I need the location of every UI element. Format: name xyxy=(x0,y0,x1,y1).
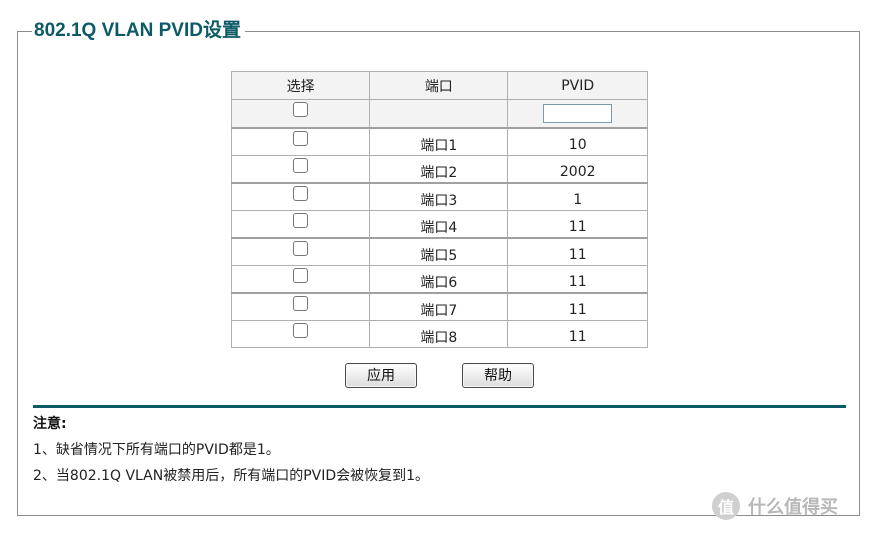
row-pvid-cell: 11 xyxy=(507,292,648,321)
row-select-cell xyxy=(230,155,371,184)
port-6-checkbox[interactable] xyxy=(293,267,309,283)
filter-pvid-cell xyxy=(507,99,648,129)
pvid-table: 选择 端口 PVID 端口1 10 端口2 2002 端口3 1 端口4 11 … xyxy=(230,71,648,348)
port-pvid: 11 xyxy=(568,274,587,290)
header-select: 选择 xyxy=(230,71,371,100)
row-select-cell xyxy=(230,182,371,211)
port-pvid: 10 xyxy=(568,137,587,153)
apply-button[interactable]: 应用 xyxy=(345,363,417,388)
table-row: 端口1 10 xyxy=(230,127,648,156)
port-pvid: 11 xyxy=(568,302,587,318)
row-select-cell xyxy=(230,292,371,321)
pvid-batch-input[interactable] xyxy=(543,104,613,123)
row-select-cell xyxy=(230,210,371,239)
port-3-checkbox[interactable] xyxy=(293,185,309,201)
table-row: 端口7 11 xyxy=(230,292,648,321)
row-pvid-cell: 10 xyxy=(507,127,648,156)
row-port-cell: 端口1 xyxy=(369,127,509,156)
table-header-row: 选择 端口 PVID xyxy=(230,71,648,100)
row-select-cell xyxy=(230,265,371,294)
port-name: 端口3 xyxy=(420,193,458,209)
port-pvid: 11 xyxy=(568,219,587,235)
table-row: 端口8 11 xyxy=(230,320,648,348)
filter-select-cell xyxy=(230,99,371,129)
port-4-checkbox[interactable] xyxy=(293,212,309,228)
row-select-cell xyxy=(230,237,371,266)
row-port-cell: 端口4 xyxy=(369,210,509,239)
port-name: 端口4 xyxy=(420,220,458,236)
port-name: 端口2 xyxy=(420,165,458,181)
watermark: 值 什么值得买 xyxy=(712,492,838,520)
row-port-cell: 端口5 xyxy=(369,237,509,266)
header-port: 端口 xyxy=(369,71,509,100)
row-pvid-cell: 2002 xyxy=(507,155,648,184)
table-row: 端口6 11 xyxy=(230,265,648,294)
help-button[interactable]: 帮助 xyxy=(462,363,534,388)
port-name: 端口5 xyxy=(420,248,458,264)
table-row: 端口4 11 xyxy=(230,210,648,239)
port-8-checkbox[interactable] xyxy=(293,322,309,338)
notes-divider xyxy=(33,405,846,408)
port-pvid: 11 xyxy=(568,329,587,345)
watermark-logo-icon: 值 xyxy=(712,492,740,520)
row-pvid-cell: 11 xyxy=(507,320,648,348)
table-row: 端口3 1 xyxy=(230,182,648,211)
row-port-cell: 端口7 xyxy=(369,292,509,321)
section-title: 802.1Q VLAN PVID设置 xyxy=(32,19,245,43)
port-pvid: 11 xyxy=(568,247,587,263)
table-row: 端口5 11 xyxy=(230,237,648,266)
row-port-cell: 端口6 xyxy=(369,265,509,294)
row-port-cell: 端口3 xyxy=(369,182,509,211)
port-name: 端口1 xyxy=(420,138,458,154)
note-item: 2、当802.1Q VLAN被禁用后，所有端口的PVID会被恢复到1。 xyxy=(33,468,430,484)
table-row: 端口2 2002 xyxy=(230,155,648,184)
row-pvid-cell: 11 xyxy=(507,210,648,239)
watermark-text: 什么值得买 xyxy=(748,497,838,518)
port-1-checkbox[interactable] xyxy=(293,130,309,146)
notes-title: 注意: xyxy=(33,416,67,432)
port-pvid: 2002 xyxy=(559,164,596,180)
row-select-cell xyxy=(230,127,371,156)
port-2-checkbox[interactable] xyxy=(293,157,309,173)
row-pvid-cell: 11 xyxy=(507,265,648,294)
row-pvid-cell: 11 xyxy=(507,237,648,266)
port-name: 端口6 xyxy=(420,275,458,291)
port-7-checkbox[interactable] xyxy=(293,295,309,311)
port-pvid: 1 xyxy=(573,192,583,208)
header-pvid: PVID xyxy=(507,71,648,100)
port-name: 端口8 xyxy=(420,330,458,346)
select-all-checkbox[interactable] xyxy=(293,102,309,117)
filter-port-cell xyxy=(369,99,509,129)
row-select-cell xyxy=(230,320,371,348)
table-filter-row xyxy=(230,99,648,129)
port-5-checkbox[interactable] xyxy=(293,240,309,256)
note-item: 1、缺省情况下所有端口的PVID都是1。 xyxy=(33,442,280,458)
row-port-cell: 端口8 xyxy=(369,320,509,348)
row-port-cell: 端口2 xyxy=(369,155,509,184)
port-name: 端口7 xyxy=(420,303,458,319)
row-pvid-cell: 1 xyxy=(507,182,648,211)
